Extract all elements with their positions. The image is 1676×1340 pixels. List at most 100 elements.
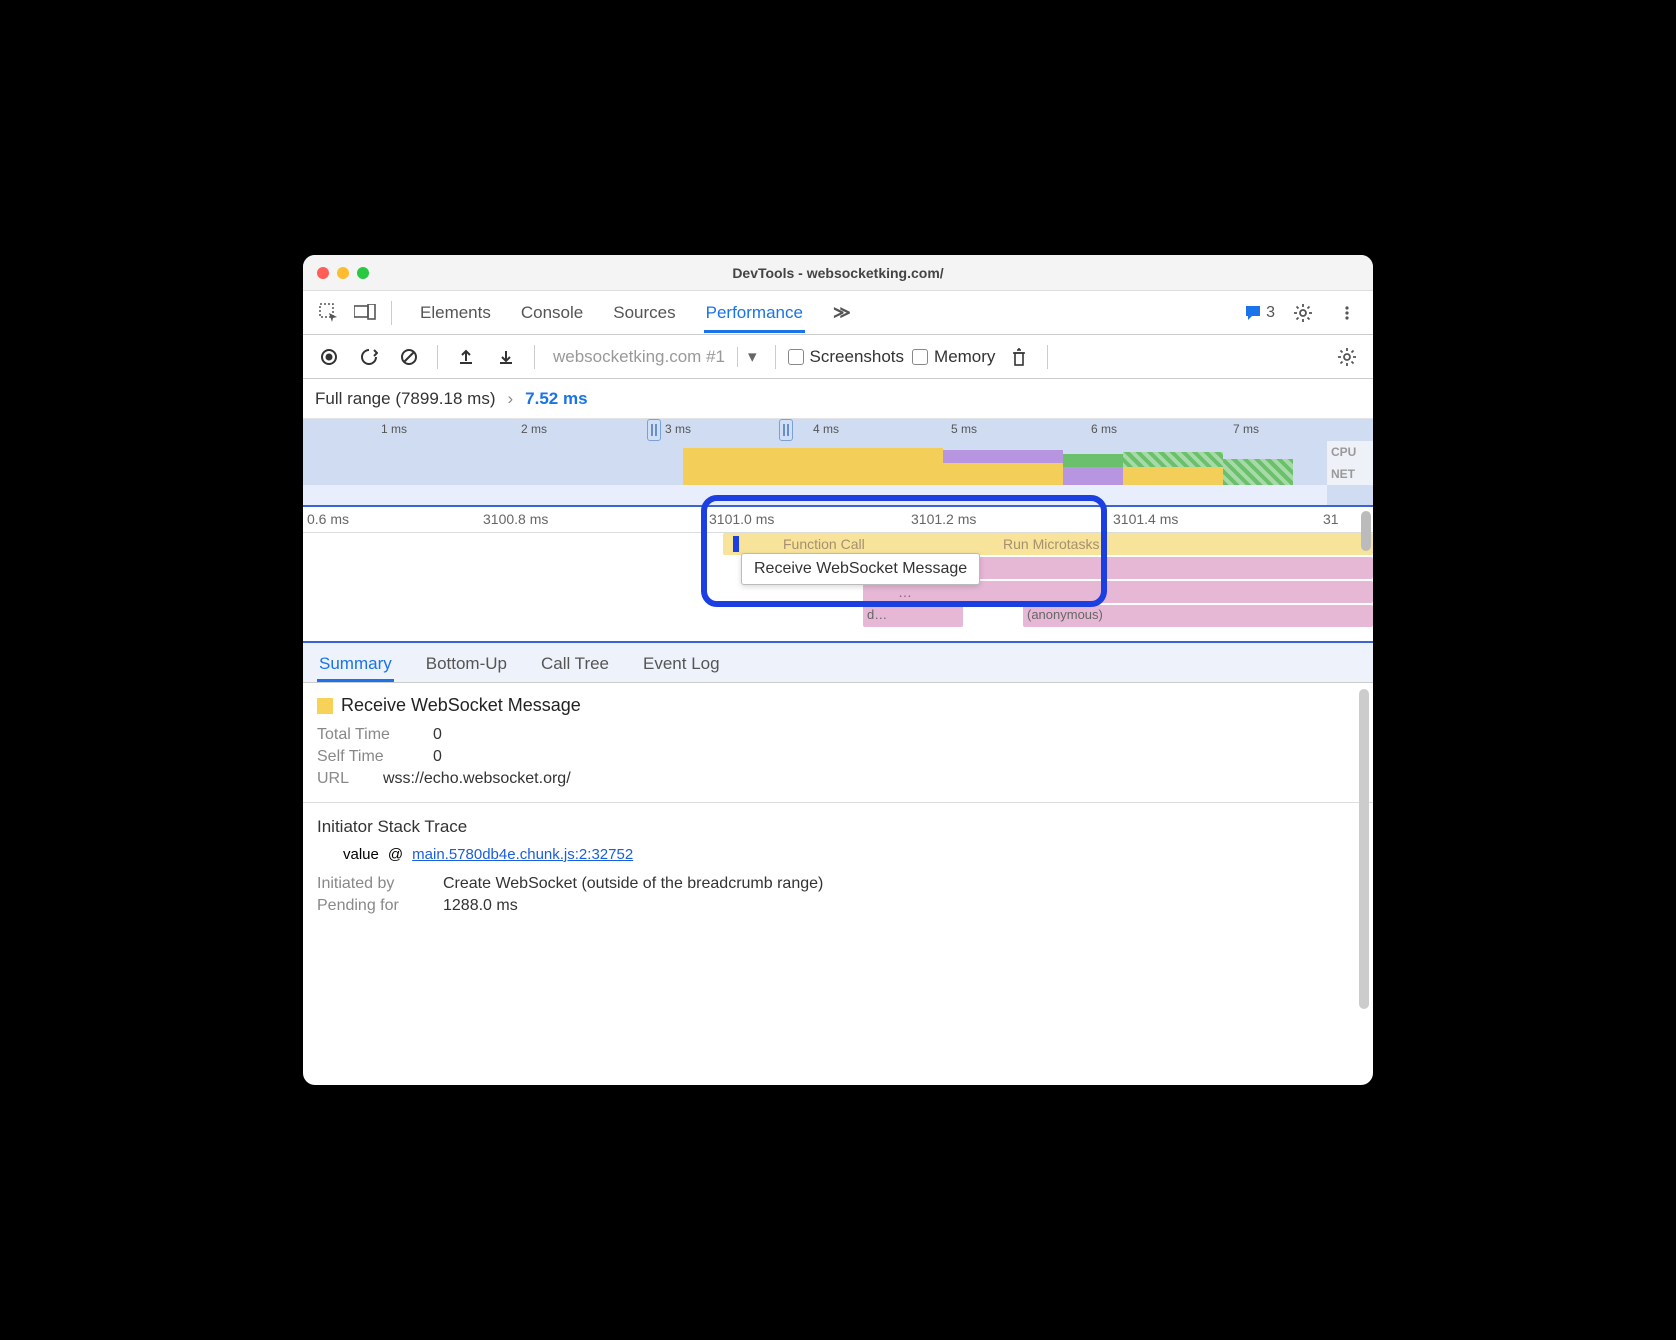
tick: 5 ms	[951, 422, 977, 436]
titlebar: DevTools - websocketking.com/	[303, 255, 1373, 291]
url-value: wss://echo.websocket.org/	[383, 770, 571, 788]
detail-tabs: Summary Bottom-Up Call Tree Event Log	[303, 643, 1373, 683]
tick: 6 ms	[1091, 422, 1117, 436]
url-key: URL	[317, 770, 367, 788]
capture-settings-icon[interactable]	[1331, 341, 1363, 373]
issues-count: 3	[1266, 304, 1275, 322]
tick: 3101.0 ms	[709, 511, 774, 527]
tick: 31	[1323, 511, 1339, 527]
download-icon[interactable]	[490, 341, 522, 373]
minimize-window-button[interactable]	[337, 267, 349, 279]
selected-range-label[interactable]: 7.52 ms	[525, 389, 587, 409]
range-handle-right[interactable]	[779, 419, 793, 441]
overview-ruler: 1 ms 2 ms 3 ms 4 ms 5 ms 6 ms 7 ms	[303, 419, 1373, 441]
flame-row: d… (anonymous)	[303, 605, 1373, 629]
pending-for-key: Pending for	[317, 897, 427, 915]
stack-fn: value	[343, 846, 379, 863]
pending-for-value: 1288.0 ms	[443, 897, 518, 915]
close-window-button[interactable]	[317, 267, 329, 279]
divider	[303, 802, 1373, 803]
tab-summary[interactable]: Summary	[317, 646, 394, 682]
window-title: DevTools - websocketking.com/	[303, 265, 1373, 281]
stack-frame: value @ main.5780db4e.chunk.js:2:32752	[343, 845, 1359, 863]
tick: 3 ms	[665, 422, 691, 436]
performance-toolbar: websocketking.com #1 ▾ Screenshots Memor…	[303, 335, 1373, 379]
separator	[775, 345, 776, 369]
inspect-icon[interactable]	[313, 297, 345, 329]
device-toolbar-icon[interactable]	[349, 297, 381, 329]
bar-label-microtasks: Run Microtasks	[1003, 536, 1099, 552]
maximize-window-button[interactable]	[357, 267, 369, 279]
cpu-chart	[303, 441, 1327, 485]
tab-sources[interactable]: Sources	[611, 293, 677, 333]
screenshots-toggle[interactable]: Screenshots	[788, 347, 905, 367]
flame-bar[interactable]: d…	[863, 605, 963, 627]
chevron-right-icon: ›	[507, 389, 513, 409]
chevron-down-icon: ▾	[737, 347, 757, 367]
clear-button[interactable]	[393, 341, 425, 373]
event-tooltip: Receive WebSocket Message	[741, 553, 980, 585]
record-button[interactable]	[313, 341, 345, 373]
tab-event-log[interactable]: Event Log	[641, 646, 722, 682]
issues-badge[interactable]: 3	[1244, 304, 1275, 322]
selected-event-marker	[733, 536, 739, 552]
tab-performance[interactable]: Performance	[704, 293, 805, 333]
screenshots-label: Screenshots	[810, 347, 905, 367]
tick: 1 ms	[381, 422, 407, 436]
tick: 3101.2 ms	[911, 511, 976, 527]
range-breadcrumb: Full range (7899.18 ms) › 7.52 ms	[303, 379, 1373, 419]
traffic-lights	[317, 267, 369, 279]
more-tabs-button[interactable]: ≫	[831, 293, 853, 333]
flame-chart[interactable]: 0.6 ms 3100.8 ms 3101.0 ms 3101.2 ms 310…	[303, 505, 1373, 643]
flame-ruler: 0.6 ms 3100.8 ms 3101.0 ms 3101.2 ms 310…	[303, 507, 1373, 533]
tick: 3100.8 ms	[483, 511, 548, 527]
devtools-window: DevTools - websocketking.com/ Elements C…	[303, 255, 1373, 1085]
separator	[391, 301, 392, 325]
self-time-key: Self Time	[317, 748, 417, 766]
self-time-value: 0	[433, 748, 442, 766]
initiated-by-key: Initiated by	[317, 875, 427, 893]
tick: 7 ms	[1233, 422, 1259, 436]
net-label: NET	[1327, 463, 1373, 485]
cpu-label: CPU	[1327, 441, 1373, 463]
summary-title: Receive WebSocket Message	[317, 695, 1359, 716]
main-tabs: Elements Console Sources Performance ≫ 3	[303, 291, 1373, 335]
checkbox-icon	[912, 349, 928, 365]
upload-icon[interactable]	[450, 341, 482, 373]
tab-call-tree[interactable]: Call Tree	[539, 646, 611, 682]
flame-bar[interactable]: (anonymous)	[1023, 605, 1373, 627]
stack-at: @	[388, 846, 403, 863]
bar-label-dots: …	[898, 584, 912, 600]
range-handle-left[interactable]	[647, 419, 661, 441]
overview-labels: CPU NET	[1327, 441, 1373, 485]
separator	[437, 345, 438, 369]
kebab-menu-icon[interactable]	[1331, 297, 1363, 329]
memory-label: Memory	[934, 347, 995, 367]
tab-bottom-up[interactable]: Bottom-Up	[424, 646, 509, 682]
bar-label-function-call: Function Call	[783, 536, 865, 552]
tab-console[interactable]: Console	[519, 293, 585, 333]
category-swatch	[317, 698, 333, 714]
memory-toggle[interactable]: Memory	[912, 347, 995, 367]
separator	[1047, 345, 1048, 369]
tick: 4 ms	[813, 422, 839, 436]
total-time-value: 0	[433, 726, 442, 744]
separator	[534, 345, 535, 369]
tick: 0.6 ms	[307, 511, 349, 527]
flame-scrollbar[interactable]	[1361, 511, 1371, 551]
settings-icon[interactable]	[1287, 297, 1319, 329]
recording-label: websocketking.com #1	[553, 347, 725, 367]
stack-link[interactable]: main.5780db4e.chunk.js:2:32752	[412, 846, 633, 863]
summary-pane: Receive WebSocket Message Total Time0 Se…	[303, 683, 1373, 1085]
summary-scrollbar[interactable]	[1359, 689, 1369, 1009]
tab-elements[interactable]: Elements	[418, 293, 493, 333]
event-name: Receive WebSocket Message	[341, 695, 581, 716]
full-range-label[interactable]: Full range (7899.18 ms)	[315, 389, 495, 409]
initiated-by-value: Create WebSocket (outside of the breadcr…	[443, 875, 823, 893]
checkbox-icon	[788, 349, 804, 365]
overview-timeline[interactable]: 1 ms 2 ms 3 ms 4 ms 5 ms 6 ms 7 ms CPU N…	[303, 419, 1373, 505]
reload-record-button[interactable]	[353, 341, 385, 373]
recording-select[interactable]: websocketking.com #1 ▾	[547, 347, 763, 367]
collect-garbage-icon[interactable]	[1003, 341, 1035, 373]
tick: 3101.4 ms	[1113, 511, 1178, 527]
